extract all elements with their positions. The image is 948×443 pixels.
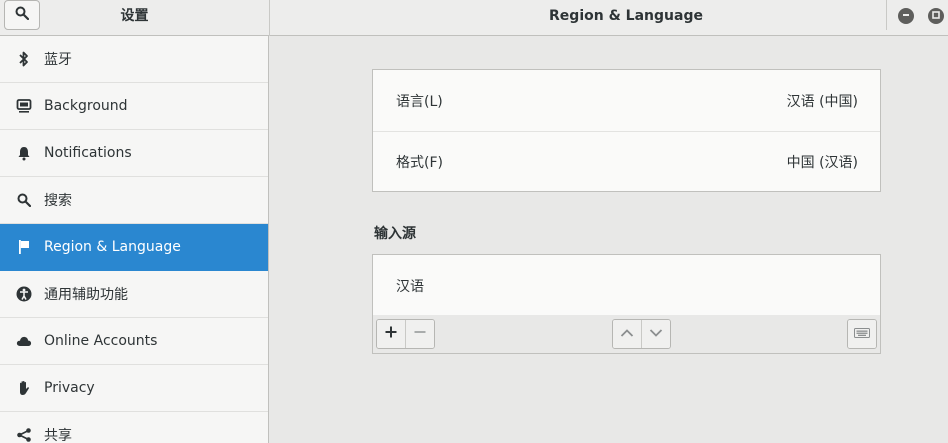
move-up-button[interactable]: [613, 320, 641, 348]
move-group: [612, 319, 671, 349]
sidebar-item-privacy[interactable]: Privacy: [0, 365, 268, 412]
search-button[interactable]: [4, 0, 40, 30]
sidebar-item-label: Online Accounts: [44, 333, 158, 349]
maximize-icon: [931, 8, 941, 24]
sidebar-item-accessibility[interactable]: 通用辅助功能: [0, 271, 268, 318]
sidebar-item-label: Privacy: [44, 380, 95, 396]
language-row[interactable]: 语言(L) 汉语 (中国): [373, 70, 880, 131]
language-value: 汉语 (中国): [786, 93, 858, 110]
hand-icon: [16, 380, 32, 396]
search-icon: [15, 6, 30, 24]
sidebar-item-label: 搜索: [44, 193, 72, 209]
language-label: 语言(L): [396, 93, 443, 110]
keyboard-icon: [854, 326, 870, 342]
input-sources-list: 汉语: [372, 254, 881, 316]
sidebar-item-label: Background: [44, 98, 128, 114]
sidebar-item-label: Notifications: [44, 145, 132, 161]
input-source-label: 汉语: [396, 279, 424, 295]
bluetooth-icon: [16, 51, 32, 67]
chevron-down-icon: [649, 326, 663, 342]
minus-icon: [414, 326, 426, 342]
formats-label: 格式(F): [396, 155, 443, 171]
keyboard-group: [847, 319, 877, 349]
sidebar-item-label: 通用辅助功能: [44, 287, 128, 303]
sidebar-item-label: 蓝牙: [44, 52, 72, 68]
add-input-source-button[interactable]: [377, 320, 405, 348]
accessibility-icon: [16, 286, 32, 302]
share-icon: [16, 427, 32, 443]
sidebar-item-label: Region & Language: [44, 239, 181, 255]
sidebar-title: 设置: [120, 8, 149, 24]
page-title: Region & Language: [549, 8, 703, 24]
input-source-item[interactable]: 汉语: [373, 255, 880, 317]
remove-input-source-button[interactable]: [405, 320, 434, 348]
minimize-button[interactable]: [898, 8, 914, 24]
plus-icon: [385, 326, 397, 342]
add-remove-group: [376, 319, 435, 349]
sidebar-item-sharing[interactable]: 共享: [0, 412, 268, 443]
bell-icon: [16, 145, 32, 161]
sidebar-item-search[interactable]: 搜索: [0, 177, 268, 224]
language-formats-card: 语言(L) 汉语 (中国) 格式(F) 中国 (汉语): [372, 69, 881, 192]
background-icon: [16, 98, 32, 114]
sidebar: 蓝牙 Background Notifications 搜索 Region & …: [0, 36, 269, 443]
sidebar-item-region-language[interactable]: Region & Language: [0, 224, 268, 271]
keyboard-layout-button[interactable]: [848, 320, 876, 348]
formats-row[interactable]: 格式(F) 中国 (汉语): [373, 131, 880, 192]
sidebar-item-background[interactable]: Background: [0, 83, 268, 130]
input-sources-toolbar: [372, 315, 881, 354]
sidebar-item-online-accounts[interactable]: Online Accounts: [0, 318, 268, 365]
search-icon: [16, 192, 32, 208]
formats-value: 中国 (汉语): [786, 155, 858, 171]
minimize-icon: [901, 8, 911, 24]
header-bar: 设置 Region & Language: [0, 0, 948, 36]
sidebar-item-notifications[interactable]: Notifications: [0, 130, 268, 177]
maximize-button[interactable]: [928, 8, 944, 24]
move-down-button[interactable]: [641, 320, 670, 348]
chevron-up-icon: [620, 326, 634, 342]
flag-icon: [16, 239, 32, 255]
sidebar-item-label: 共享: [44, 428, 72, 443]
input-sources-heading: 输入源: [374, 226, 416, 242]
cloud-icon: [16, 333, 32, 349]
sidebar-item-bluetooth[interactable]: 蓝牙: [0, 36, 268, 83]
header-separator: [886, 0, 887, 30]
